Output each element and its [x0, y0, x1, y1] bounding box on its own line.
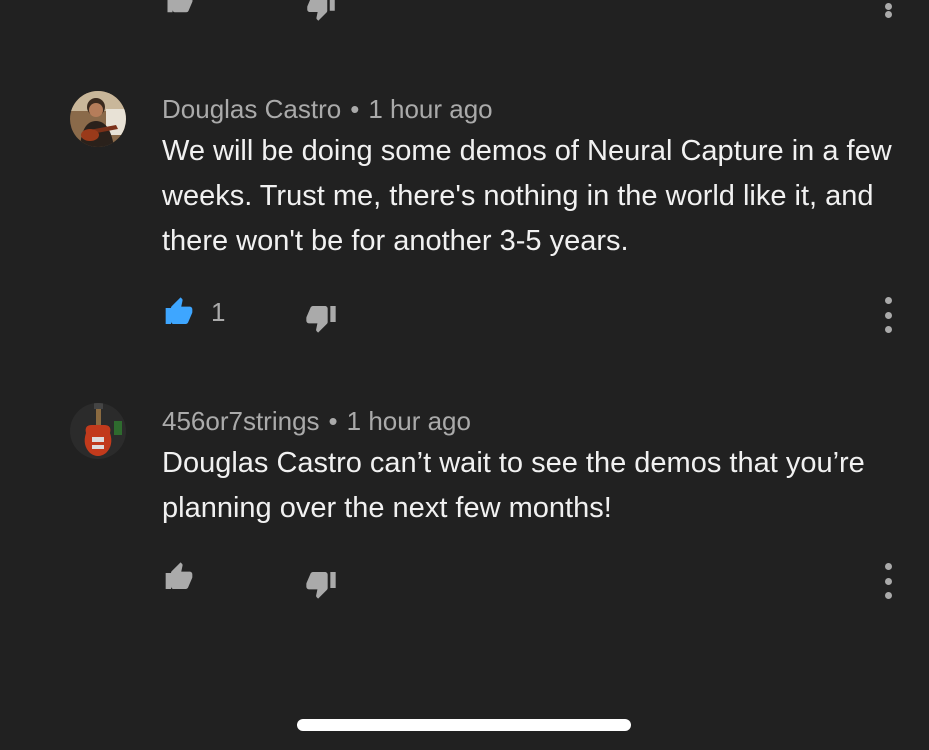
thumbs-down-icon	[306, 306, 336, 333]
previous-comment-actions	[0, 0, 929, 26]
timestamp[interactable]: 1 hour ago	[368, 94, 492, 124]
home-indicator[interactable]	[297, 719, 631, 731]
more-options-button[interactable]	[881, 0, 895, 18]
thumbs-down-icon	[306, 572, 336, 599]
meta-separator: •	[350, 94, 360, 124]
meta-separator: •	[328, 406, 338, 436]
avatar[interactable]	[70, 91, 126, 147]
timestamp[interactable]: 1 hour ago	[347, 406, 471, 436]
like-button[interactable]	[161, 561, 197, 593]
more-options-button[interactable]	[881, 297, 895, 333]
more-vertical-icon	[884, 297, 892, 304]
thumbs-down-icon[interactable]	[303, 0, 339, 22]
like-button[interactable]: 1	[161, 296, 225, 328]
avatar[interactable]	[70, 403, 126, 459]
comment-text: Douglas Castro can’t wait to see the dem…	[162, 447, 865, 524]
like-count: 1	[211, 296, 226, 327]
guitarist-avatar	[70, 91, 126, 147]
more-vertical-icon	[884, 563, 892, 570]
dislike-button[interactable]	[303, 568, 339, 600]
more-options-button[interactable]	[881, 563, 895, 599]
comment-text: We will be doing some demos of Neural Ca…	[162, 135, 892, 257]
author-name[interactable]: Douglas Castro	[162, 94, 341, 124]
bass-guitar-avatar	[70, 403, 126, 459]
thumbs-up-icon	[165, 297, 193, 324]
dislike-button[interactable]	[303, 302, 339, 334]
author-name[interactable]: 456or7strings	[162, 406, 320, 436]
thumbs-up-icon	[165, 562, 193, 589]
comment-meta: Douglas Castro • 1 hour ago	[162, 94, 493, 125]
comment-meta: 456or7strings • 1 hour ago	[162, 406, 471, 437]
thumbs-up-icon[interactable]	[162, 0, 198, 16]
